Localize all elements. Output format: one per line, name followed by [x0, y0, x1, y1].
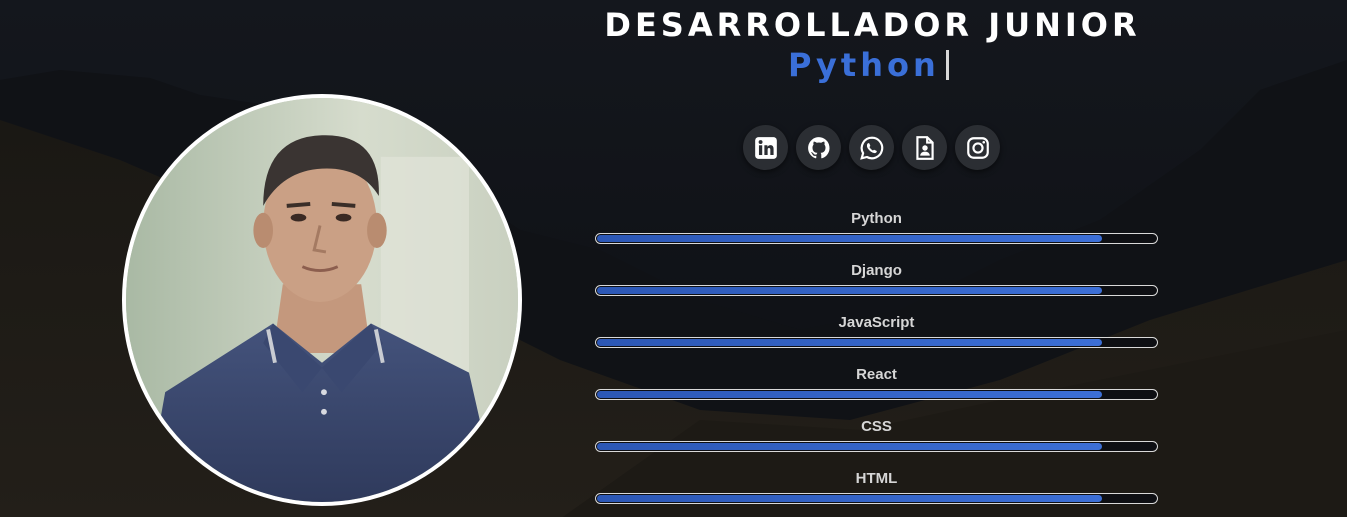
skill-progress-fill — [597, 287, 1102, 294]
skill-label: JavaScript — [838, 314, 915, 331]
github-button[interactable] — [796, 125, 841, 170]
page-title: DESARROLLADOR JUNIOR — [0, 2, 1347, 48]
instagram-icon — [966, 136, 989, 159]
skill-progress-fill — [597, 391, 1102, 398]
linkedin-button[interactable] — [743, 125, 788, 170]
skill-label: Django — [851, 262, 902, 279]
skill-react: React — [595, 366, 1158, 400]
resume-document-icon — [915, 135, 934, 160]
whatsapp-button[interactable] — [849, 125, 894, 170]
profile-photo — [122, 94, 522, 506]
linkedin-icon — [754, 136, 777, 159]
skill-javascript: JavaScript — [595, 314, 1158, 348]
skill-label: HTML — [855, 470, 898, 487]
skill-django: Django — [595, 262, 1158, 296]
skill-progress-fill — [597, 443, 1102, 450]
skill-progress-bar — [595, 337, 1158, 348]
whatsapp-icon — [859, 136, 883, 160]
skill-label: CSS — [861, 418, 892, 435]
skill-progress-bar — [595, 233, 1158, 244]
github-icon — [807, 136, 829, 158]
instagram-button[interactable] — [955, 125, 1000, 170]
skill-python: Python — [595, 210, 1158, 244]
resume-button[interactable] — [902, 125, 947, 170]
skill-progress-bar — [595, 285, 1158, 296]
skill-progress-bar — [595, 493, 1158, 504]
skill-progress-fill — [597, 339, 1102, 346]
skill-progress-bar — [595, 441, 1158, 452]
skill-progress-fill — [597, 495, 1102, 502]
social-links — [743, 125, 1000, 173]
typing-cursor — [946, 50, 949, 80]
typed-role-text: Python — [788, 46, 940, 84]
skill-css: CSS — [595, 418, 1158, 452]
skill-progress-bar — [595, 389, 1158, 400]
skill-html: HTML — [595, 470, 1158, 504]
skill-label: Python — [851, 210, 902, 227]
skill-label: React — [856, 366, 897, 383]
skill-progress-fill — [597, 235, 1102, 242]
title-text: DESARROLLADOR JUNIOR — [604, 6, 1141, 44]
